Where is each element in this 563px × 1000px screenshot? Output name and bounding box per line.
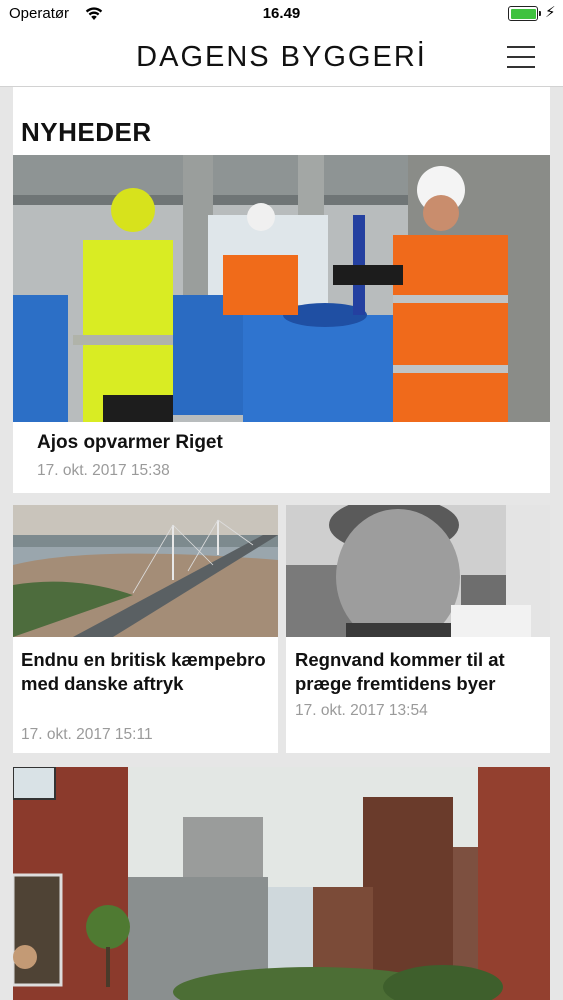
article-card[interactable]: Endnu en britisk kæmpebro med danske aft… bbox=[13, 505, 278, 753]
article-title: Endnu en britisk kæmpebro med danske aft… bbox=[21, 649, 266, 694]
battery-tip bbox=[539, 11, 541, 16]
article-image bbox=[13, 505, 278, 637]
article-card[interactable] bbox=[13, 767, 550, 1000]
status-bar: Operatør 16.49 ⚡ bbox=[0, 0, 563, 28]
app-header: DAGENS BYGGERİ bbox=[0, 28, 563, 87]
article-card-featured[interactable]: Ajos opvarmer Riget 17. okt. 2017 15:38 bbox=[13, 155, 550, 493]
bolt-icon: ⚡ bbox=[545, 4, 556, 21]
article-image bbox=[13, 767, 550, 1000]
hamburger-menu-icon[interactable] bbox=[505, 44, 537, 70]
section-title: NYHEDER bbox=[21, 117, 152, 147]
clock: 16.49 bbox=[262, 5, 301, 22]
article-title: Ajos opvarmer Riget bbox=[37, 432, 223, 453]
section-header: NYHEDER bbox=[13, 87, 550, 155]
article-date: 17. okt. 2017 15:38 bbox=[37, 462, 170, 479]
article-date: 17. okt. 2017 15:11 bbox=[21, 726, 153, 743]
article-image bbox=[286, 505, 550, 637]
battery-icon bbox=[508, 6, 538, 21]
article-title: Regnvand kommer til at præge fremtidens … bbox=[295, 649, 505, 694]
article-card[interactable]: Regnvand kommer til at præge fremtidens … bbox=[286, 505, 550, 753]
battery-fill bbox=[510, 8, 536, 19]
app-logo[interactable]: DAGENS BYGGERİ bbox=[0, 41, 563, 74]
article-image bbox=[13, 155, 550, 422]
article-date: 17. okt. 2017 13:54 bbox=[295, 702, 428, 719]
